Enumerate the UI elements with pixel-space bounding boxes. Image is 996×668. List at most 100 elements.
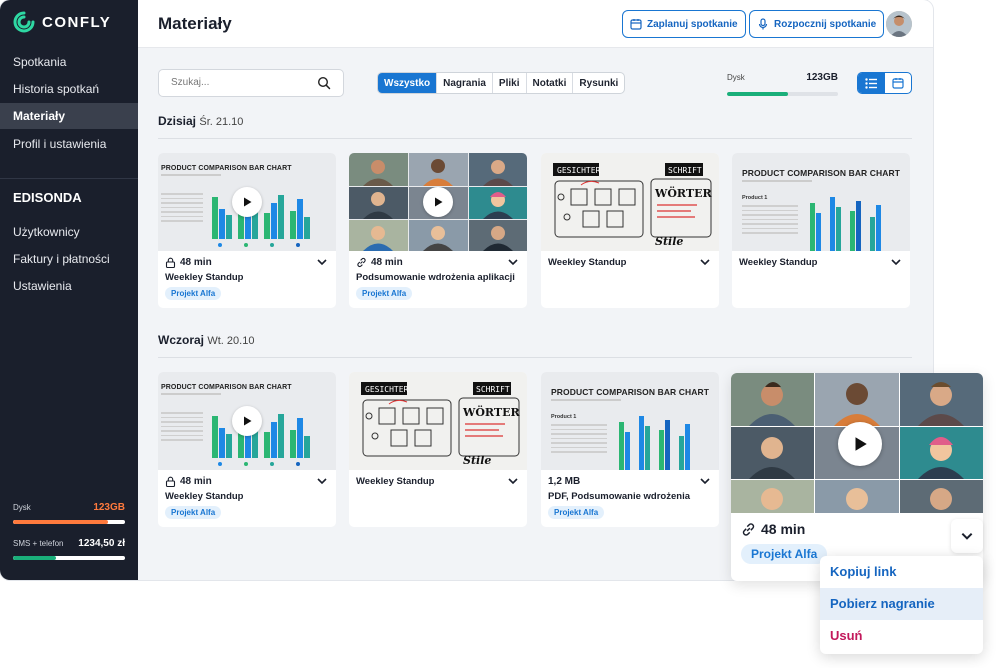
card-title: Weekley Standup — [165, 272, 244, 283]
filter-tab-nagrania[interactable]: Nagrania — [436, 73, 492, 93]
chevron-down-icon[interactable] — [507, 256, 519, 268]
sketch-label-worter: WÖRTER — [654, 186, 712, 200]
brand-logo[interactable]: CONFLY — [13, 11, 111, 33]
material-card[interactable]: PRODUCT COMPARISON BAR CHART 48 min Week… — [158, 372, 336, 527]
material-card[interactable]: GESICHTER SCHRIFT WÖRTER Stile Weekley S… — [541, 153, 719, 308]
slide-title: PRODUCT COMPARISON BAR CHART — [742, 168, 900, 178]
play-button[interactable] — [423, 187, 453, 217]
card-title: Weekley Standup — [165, 491, 244, 502]
organization-name: EDISONDA — [13, 190, 82, 205]
sms-usage-label: SMS + telefon — [13, 539, 64, 548]
sidebar-item-historia[interactable]: Historia spotkań — [0, 76, 138, 102]
chevron-down-icon[interactable] — [507, 475, 519, 487]
project-tag[interactable]: Projekt Alfa — [548, 506, 605, 519]
play-button[interactable] — [838, 422, 882, 466]
project-tag[interactable]: Projekt Alfa — [741, 544, 828, 564]
sidebar-item-materialy[interactable]: Materiały — [0, 103, 138, 129]
menu-item-copy-link[interactable]: Kopiuj link — [820, 556, 983, 588]
sketch-label-stile: Stile — [463, 454, 491, 467]
card-duration: 48 min — [761, 521, 806, 537]
section-day: Dzisiaj — [158, 114, 197, 128]
sidebar-item-faktury[interactable]: Faktury i płatności — [0, 246, 138, 272]
menu-item-delete[interactable]: Usuń — [820, 620, 983, 652]
sketch-label-schrift: SCHRIFT — [476, 385, 510, 394]
sidebar: CONFLY Spotkania Historia spotkań Materi… — [0, 0, 138, 580]
material-card[interactable]: PRODUCT COMPARISON BAR CHART 48 min Week… — [158, 153, 336, 308]
sketch-label-gesichter: GESICHTER — [365, 385, 409, 394]
sidebar-item-profil[interactable]: Profil i ustawienia — [0, 131, 138, 157]
project-tag[interactable]: Projekt Alfa — [165, 287, 222, 300]
play-button[interactable] — [232, 406, 262, 436]
link-icon — [357, 257, 366, 268]
list-view-button[interactable] — [858, 73, 885, 93]
card-title: Weekley Standup — [356, 476, 435, 487]
card-context-menu: Kopiuj link Pobierz nagranie Usuń — [820, 556, 983, 654]
sketch-label-worter: WÖRTER — [462, 405, 520, 419]
schedule-meeting-button[interactable]: Zaplanuj spotkanie — [622, 10, 746, 38]
calendar-view-button[interactable] — [885, 73, 912, 93]
sketch-thumbnail: GESICHTER SCHRIFT WÖRTER Stile — [541, 153, 719, 251]
card-title: Weekley Standup — [548, 257, 627, 268]
start-meeting-button[interactable]: Rozpocznij spotkanie — [749, 10, 885, 38]
slide-title: PRODUCT COMPARISON BAR CHART — [161, 165, 292, 172]
card-duration: 48 min — [180, 476, 212, 487]
sketch-label-schrift: SCHRIFT — [668, 166, 702, 175]
filter-tab-notatki[interactable]: Notatki — [525, 73, 573, 93]
sketch-thumbnail: GESICHTER SCHRIFT WÖRTER Stile — [349, 372, 527, 470]
list-icon — [865, 77, 878, 89]
disk-bar — [727, 92, 838, 96]
chevron-down-icon[interactable] — [316, 256, 328, 268]
section-date: Śr. 21.10 — [199, 116, 244, 128]
chevron-down-icon[interactable] — [699, 256, 711, 268]
play-button[interactable] — [232, 187, 262, 217]
card-meta: 48 min — [165, 257, 212, 268]
chevron-down-icon[interactable] — [316, 475, 328, 487]
start-meeting-label: Rozpocznij spotkanie — [774, 18, 877, 30]
card-duration: 48 min — [180, 257, 212, 268]
chevron-down-icon[interactable] — [699, 475, 711, 487]
expanded-material-card[interactable]: 48 min Projekt Alfa — [731, 373, 983, 581]
document-thumbnail: PRODUCT COMPARISON BAR CHART Product 1 — [732, 153, 910, 251]
slide-product: Product 1 — [551, 414, 577, 420]
top-bar: Materiały Zaplanuj spotkanie Rozpocznij … — [138, 0, 933, 48]
disk-usage-label: Dysk — [13, 503, 31, 512]
video-thumbnail — [349, 153, 527, 251]
material-card[interactable]: PRODUCT COMPARISON BAR CHART Product 1 1… — [541, 372, 719, 527]
card-duration: 48 min — [371, 257, 403, 268]
project-tag[interactable]: Projekt Alfa — [356, 287, 413, 300]
play-icon — [435, 197, 443, 207]
filter-tab-rysunki[interactable]: Rysunki — [572, 73, 624, 93]
section-heading-yesterday: Wczoraj Wt. 20.10 — [158, 333, 254, 347]
search-input[interactable] — [171, 77, 311, 88]
filter-tab-pliki[interactable]: Pliki — [491, 73, 526, 93]
lock-icon — [165, 257, 176, 268]
disk-value: 123GB — [806, 72, 838, 83]
play-icon — [855, 437, 867, 451]
material-card[interactable]: 48 min Podsumowanie wdrożenia aplikacji … — [349, 153, 527, 308]
card-title: Weekley Standup — [739, 257, 818, 268]
slide-product: Product 1 — [742, 195, 768, 201]
search-icon[interactable] — [317, 76, 331, 90]
sidebar-item-spotkania[interactable]: Spotkania — [0, 49, 138, 75]
document-thumbnail: PRODUCT COMPARISON BAR CHART Product 1 — [541, 372, 719, 470]
card-options-button[interactable] — [951, 519, 983, 553]
sidebar-item-uzytkownicy[interactable]: Użytkownicy — [0, 219, 138, 245]
disk-usage-value: 123GB — [93, 502, 125, 513]
search-box — [158, 69, 344, 97]
material-card[interactable]: GESICHTER SCHRIFT WÖRTER Stile Weekley S… — [349, 372, 527, 527]
project-tag[interactable]: Projekt Alfa — [165, 506, 222, 519]
filter-tab-wszystko[interactable]: Wszystko — [378, 73, 437, 93]
slide-title: PRODUCT COMPARISON BAR CHART — [161, 384, 292, 391]
disk-label: Dysk — [727, 73, 745, 82]
sidebar-item-ustawienia[interactable]: Ustawienia — [0, 273, 138, 299]
menu-item-download-recording[interactable]: Pobierz nagranie — [820, 588, 983, 620]
page-title: Materiały — [158, 14, 232, 33]
chevron-down-icon[interactable] — [890, 256, 902, 268]
card-meta: 48 min — [741, 521, 805, 537]
brand-name: CONFLY — [42, 13, 112, 31]
material-card[interactable]: PRODUCT COMPARISON BAR CHART Product 1 W… — [732, 153, 910, 308]
user-avatar[interactable] — [886, 11, 912, 37]
card-file-size: 1,2 MB — [548, 476, 581, 487]
card-title: Podsumowanie wdrożenia aplikacji — [356, 272, 515, 283]
video-thumbnail: PRODUCT COMPARISON BAR CHART — [158, 153, 336, 251]
